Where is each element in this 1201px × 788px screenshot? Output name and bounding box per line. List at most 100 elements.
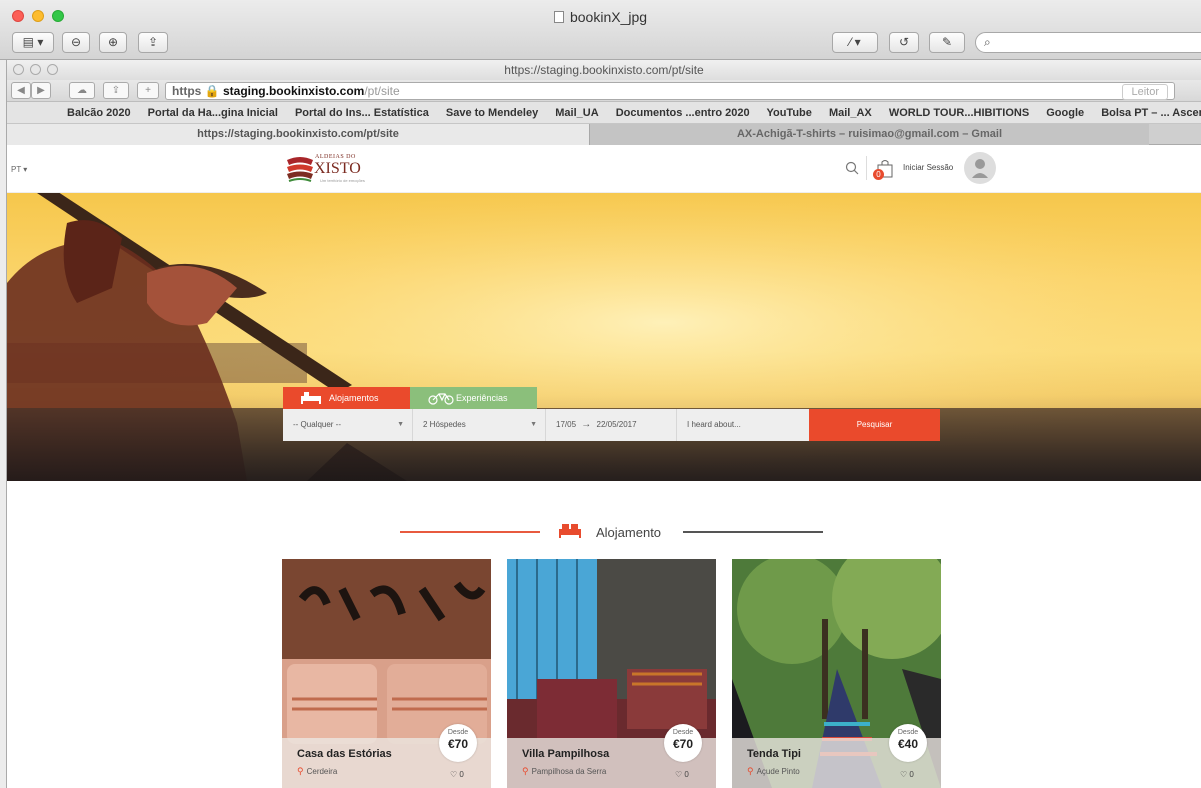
safari-close-dot[interactable] — [13, 64, 24, 75]
location-pin-icon: ⚲ — [522, 766, 529, 776]
bookmark-item[interactable]: Portal do Ins... Estatística — [295, 107, 429, 119]
date-from: 17/05 — [556, 420, 577, 429]
price-badge: Desde €40 — [889, 724, 927, 762]
card-title: Villa Pampilhosa — [522, 748, 610, 760]
share-button[interactable]: ⇪ — [138, 32, 168, 53]
back-button[interactable]: ◀ — [11, 82, 31, 99]
location-select[interactable]: -- Qualquer -- ▼ — [283, 409, 413, 441]
price-badge: Desde €70 — [664, 724, 702, 762]
location-pin-icon: ⚲ — [297, 766, 304, 776]
new-tab-button[interactable]: + — [137, 82, 159, 99]
tab-bar: https://staging.bookinxisto.com/pt/site … — [7, 124, 1201, 145]
heard-about-input[interactable]: I heard about... — [677, 409, 809, 441]
likes-count[interactable]: ♡ 0 — [450, 770, 464, 779]
cart-count-badge: 0 — [873, 169, 884, 180]
location-pin-icon: ⚲ — [747, 766, 754, 776]
bookmark-item[interactable]: Save to Mendeley — [446, 107, 538, 119]
bookmark-item[interactable]: Portal da Ha...gina Inicial — [148, 107, 278, 119]
price-badge: Desde €70 — [439, 724, 477, 762]
safari-minimize-dot[interactable] — [30, 64, 41, 75]
safari-window: https://staging.bookinxisto.com/pt/site … — [6, 60, 1201, 788]
site-header: PT ▾ ALDEIAS DO XISTO Um território de e… — [7, 145, 1201, 193]
logo-text-main: XISTO — [314, 160, 361, 177]
bed-icon — [301, 392, 321, 404]
tab-accommodation-label: Alojamentos — [329, 393, 379, 403]
sidebar-toggle-button[interactable]: ▤ ▾ — [12, 32, 54, 53]
aldeias-do-xisto-logo[interactable]: ALDEIAS DO XISTO Um território de emoçõe… — [285, 150, 375, 188]
tab-gmail[interactable]: AX-Achigã-T-shirts – ruisimao@gmail.com … — [589, 124, 1149, 145]
login-link[interactable]: Iniciar Sessão — [903, 163, 953, 172]
divider-line-right — [683, 531, 823, 533]
tab-experiences-label: Experiências — [456, 393, 508, 403]
icloud-tabs-button[interactable]: ☁ — [69, 82, 95, 99]
bookmark-item[interactable]: YouTube — [766, 107, 811, 119]
bookmark-item[interactable]: Balcão 2020 — [67, 107, 131, 119]
url-path: /pt/site — [364, 84, 400, 98]
chevron-down-icon: ▼ — [530, 421, 537, 428]
logo-text-sub: Um território de emoções — [320, 178, 365, 183]
date-to: 22/05/2017 — [596, 420, 637, 429]
user-icon — [972, 159, 988, 178]
bookmark-item[interactable]: Mail_UA — [555, 107, 598, 119]
accommodation-card[interactable]: Tenda Tipi ⚲ Açude Pinto ♡ 0 Desde €40 — [732, 559, 941, 788]
language-selector[interactable]: PT ▾ — [11, 165, 27, 174]
preview-window-titlebar: bookinX_jpg ▤ ▾ ⊖ ⊕ ⇪ ⁄ ▾ ↺ ✎ ⌕ — [0, 0, 1201, 60]
tab-bookinxisto[interactable]: https://staging.bookinxisto.com/pt/site — [7, 124, 589, 145]
zoom-out-button[interactable]: ⊖ — [62, 32, 90, 53]
heart-icon: ♡ — [900, 770, 908, 779]
safari-window-title: https://staging.bookinxisto.com/pt/site — [504, 63, 704, 77]
card-location: ⚲ Cerdeira — [297, 766, 338, 776]
safari-zoom-dot[interactable] — [47, 64, 58, 75]
search-form: -- Qualquer -- ▼ 2 Hóspedes ▼ 17/05 → 22… — [283, 409, 940, 441]
card-location: ⚲ Pampilhosa da Serra — [522, 766, 607, 776]
search-button[interactable]: Pesquisar — [809, 409, 940, 441]
safari-titlebar: https://staging.bookinxisto.com/pt/site — [7, 60, 1201, 80]
avatar[interactable] — [964, 152, 996, 184]
heart-icon: ♡ — [675, 770, 683, 779]
chevron-down-icon: ▼ — [397, 421, 404, 428]
bookmark-item[interactable]: Bolsa PT – ... Ascendente — [1101, 107, 1201, 119]
search-icon[interactable] — [845, 161, 859, 175]
markup-pen-button[interactable]: ⁄ ▾ — [832, 32, 878, 53]
bookmark-item[interactable]: WORLD TOUR...HIBITIONS — [889, 107, 1029, 119]
bookmarks-bar: Balcão 2020 Portal da Ha...gina Inicial … — [7, 102, 1201, 124]
card-location: ⚲ Açude Pinto — [747, 766, 800, 776]
arrow-right-icon: → — [581, 419, 592, 430]
preview-search-input[interactable]: ⌕ — [975, 32, 1201, 53]
date-range-input[interactable]: 17/05 → 22/05/2017 — [546, 409, 677, 441]
url-host: staging.bookinxisto.com — [222, 84, 365, 98]
bookmark-item[interactable]: Documentos ...entro 2020 — [616, 107, 750, 119]
divider-line-left — [400, 531, 540, 533]
reader-button[interactable]: Leitor — [1122, 84, 1168, 100]
preview-window-title: bookinX_jpg — [0, 9, 1201, 25]
accommodation-card[interactable]: Casa das Estórias ⚲ Cerdeira ♡ 0 Desde €7… — [282, 559, 491, 788]
likes-count[interactable]: ♡ 0 — [900, 770, 914, 779]
heart-icon: ♡ — [450, 770, 458, 779]
guests-select[interactable]: 2 Hóspedes ▼ — [413, 409, 546, 441]
address-bar[interactable]: https 🔒 staging.bookinxisto.com/pt/site … — [165, 82, 1175, 100]
bed-icon — [559, 524, 581, 538]
edit-toolbox-button[interactable]: ✎ — [929, 32, 965, 53]
rotate-button[interactable]: ↺ — [889, 32, 919, 53]
card-title: Casa das Estórias — [297, 748, 392, 760]
bookmark-item[interactable]: Mail_AX — [829, 107, 872, 119]
bicycle-icon — [428, 393, 454, 405]
accommodation-card[interactable]: Villa Pampilhosa ⚲ Pampilhosa da Serra ♡ … — [507, 559, 716, 788]
zoom-in-button[interactable]: ⊕ — [99, 32, 127, 53]
hero-banner: Alojamentos Experiências -- Qualquer -- … — [7, 193, 1201, 481]
image-file-icon — [553, 11, 564, 23]
safari-share-button[interactable]: ⇪ — [103, 82, 129, 99]
url-scheme: https — [172, 84, 202, 98]
section-title: Alojamento — [596, 525, 662, 540]
card-title: Tenda Tipi — [747, 748, 801, 760]
safari-toolbar: ◀ ▶ ☁ ⇪ + https 🔒 staging.bookinxisto.co… — [7, 80, 1201, 102]
section-header-alojamento: Alojamento — [7, 523, 1201, 543]
tab-experiences[interactable]: Experiências — [410, 387, 537, 409]
tab-accommodation[interactable]: Alojamentos — [283, 387, 410, 409]
lock-icon: 🔒 — [204, 84, 220, 98]
forward-button[interactable]: ▶ — [31, 82, 51, 99]
website-viewport: PT ▾ ALDEIAS DO XISTO Um território de e… — [7, 145, 1201, 788]
header-divider — [866, 156, 867, 180]
bookmark-item[interactable]: Google — [1046, 107, 1084, 119]
likes-count[interactable]: ♡ 0 — [675, 770, 689, 779]
